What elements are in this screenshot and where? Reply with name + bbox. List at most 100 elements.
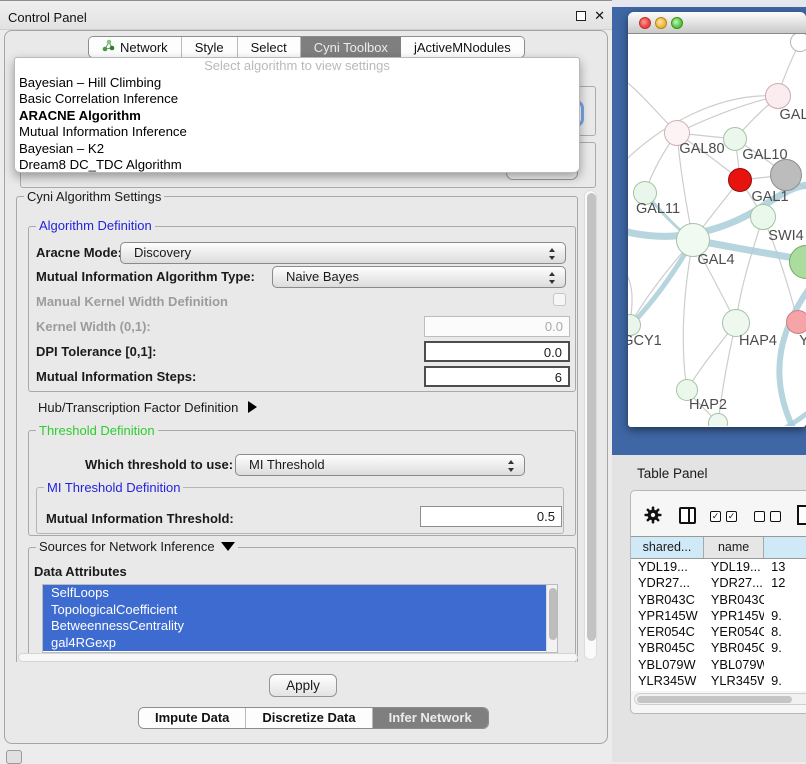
bottom-tab-discretize-data[interactable]: Discretize Data — [246, 708, 372, 728]
node-label: GAL4 — [697, 252, 734, 268]
select-all-checkbox-icon[interactable]: ✓ — [726, 511, 737, 522]
close-icon[interactable]: ✕ — [594, 8, 605, 24]
algorithm-option[interactable]: Dream8 DC_TDC Algorithm — [15, 157, 579, 173]
table-row[interactable]: YLR345WYLR345W9. — [631, 673, 806, 689]
network-node-swi4[interactable] — [750, 204, 776, 230]
table-row[interactable]: YIL052CYIL052C9 — [631, 689, 806, 691]
export-file-icon[interactable] — [797, 505, 806, 528]
tab-style[interactable]: Style — [182, 37, 238, 57]
table-cell: 9. — [764, 608, 806, 624]
table-row[interactable]: YDR27...YDR27...12 — [631, 575, 806, 591]
tab-label: Style — [195, 40, 224, 55]
table-row[interactable]: YER054CYER054C8. — [631, 624, 806, 640]
algorithm-option[interactable]: Basic Correlation Inference — [15, 91, 579, 107]
deselect-checkbox-icon[interactable] — [770, 511, 781, 522]
network-node-y[interactable] — [786, 310, 806, 334]
settings-vertical-scrollbar[interactable] — [584, 190, 597, 660]
bottom-tab-impute-data[interactable]: Impute Data — [139, 708, 246, 728]
aracne-mode-select[interactable]: Discovery — [120, 242, 566, 264]
sources-toggle[interactable]: Sources for Network Inference — [36, 540, 238, 553]
table-cell: 12 — [764, 575, 806, 591]
list-scrollbar-thumb[interactable] — [549, 588, 557, 640]
cyni-settings-viewport: Cyni Algorithm Settings Algorithm Defini… — [14, 188, 584, 662]
network-edge-thick — [779, 274, 806, 426]
node-label: HAP4 — [739, 333, 777, 349]
network-node[interactable] — [708, 413, 728, 426]
network-node-gal1[interactable] — [728, 168, 752, 192]
float-window-icon[interactable] — [576, 11, 586, 21]
hub-definition-toggle[interactable]: Hub/Transcription Factor Definition — [38, 400, 257, 415]
table-row[interactable]: YBR043CYBR043C — [631, 592, 806, 608]
spinner-arrows-icon — [549, 247, 556, 261]
data-attribute-item[interactable]: SelfLoops — [43, 585, 557, 602]
table-column-header[interactable] — [764, 537, 806, 558]
algorithm-dropdown-list: Bayesian – Hill ClimbingBasic Correlatio… — [15, 75, 579, 173]
mi-threshold-field[interactable]: 0.5 — [420, 506, 562, 527]
data-attributes-list[interactable]: SelfLoopsTopologicalCoefficientBetweenne… — [42, 584, 558, 653]
table-cell: YPR145W — [704, 608, 764, 624]
table-row[interactable]: YDL19...YDL19...13 — [631, 559, 806, 575]
table-row[interactable]: YBL079WYBL079W — [631, 657, 806, 673]
table-cell: YBR043C — [704, 592, 764, 608]
column-selector-icon[interactable] — [679, 507, 696, 524]
table-cell: YER054C — [704, 624, 764, 640]
table-row[interactable]: YPR145WYPR145W9. — [631, 608, 806, 624]
minimize-traffic-light-icon[interactable] — [655, 17, 667, 29]
tab-bar: Network Style SelectCyni ToolboxjActiveMNo… — [88, 36, 525, 58]
spinner-arrows-icon — [508, 459, 515, 473]
table-cell: YBL079W — [631, 657, 704, 673]
table-column-header[interactable]: shared... — [631, 537, 704, 558]
network-node[interactable] — [770, 159, 802, 191]
table-cell: YBL079W — [704, 657, 764, 673]
manual-kernel-checkbox[interactable] — [553, 293, 566, 306]
algorithm-dropdown[interactable]: Select algorithm to view settings Bayesi… — [14, 57, 580, 173]
node-label: GAL — [779, 107, 806, 123]
network-canvas[interactable]: GALGAL80GAL10GAL1GAL11SWI4GAL4GCY1HAP4YH… — [628, 34, 806, 426]
mi-steps-label: Mutual Information Steps: — [36, 369, 196, 384]
table-panel-title: Table Panel — [637, 466, 708, 481]
apply-button[interactable]: Apply — [269, 674, 337, 697]
algorithm-definition-title: Algorithm Definition — [36, 219, 155, 232]
table-cell: YER054C — [631, 624, 704, 640]
network-edge — [683, 240, 693, 390]
zoom-traffic-light-icon[interactable] — [671, 17, 683, 29]
deselect-checkbox-icon[interactable] — [754, 511, 765, 522]
list-scrollbar[interactable] — [546, 585, 557, 653]
bottom-tab-infer-network[interactable]: Infer Network — [373, 708, 488, 728]
mi-steps-field[interactable]: 6 — [424, 366, 570, 387]
data-attribute-item[interactable]: TopologicalCoefficient — [43, 602, 557, 619]
table-horizontal-scrollbar[interactable] — [634, 693, 806, 705]
algorithm-option[interactable]: Bayesian – K2 — [15, 141, 579, 157]
settings-scrollbar-thumb[interactable] — [587, 193, 596, 641]
table-cell: YIL052C — [631, 689, 704, 691]
table-column-header[interactable]: name — [704, 537, 764, 558]
table-cell: 9 — [764, 689, 806, 691]
select-all-checkbox-icon[interactable]: ✓ — [710, 511, 721, 522]
node-label: Y — [799, 333, 806, 349]
spinner-arrows-icon — [549, 271, 556, 285]
mi-algorithm-type-select[interactable]: Naive Bayes — [272, 266, 566, 288]
data-attribute-item[interactable]: BetweennessCentrality — [43, 618, 557, 635]
network-window[interactable]: GALGAL80GAL10GAL1GAL11SWI4GAL4GCY1HAP4YH… — [628, 12, 806, 427]
control-panel-title: Control Panel — [8, 10, 87, 25]
gear-icon[interactable] — [644, 506, 662, 527]
tab-select[interactable]: Select — [238, 37, 301, 57]
table-rows: YDL19...YDL19...13YDR27...YDR27...12YBR0… — [631, 559, 806, 691]
network-node-gal[interactable] — [765, 83, 791, 109]
dpi-tolerance-field[interactable]: 0.0 — [424, 341, 570, 362]
table-row[interactable]: YBR045CYBR045C9. — [631, 640, 806, 656]
tab-cyni-toolbox[interactable]: Cyni Toolbox — [301, 37, 401, 57]
tab-jactivemnodules[interactable]: jActiveMNodules — [401, 37, 524, 57]
which-threshold-select[interactable]: MI Threshold — [235, 454, 525, 476]
algorithm-option[interactable]: ARACNE Algorithm — [15, 108, 579, 124]
algorithm-option[interactable]: Bayesian – Hill Climbing — [15, 75, 579, 91]
network-node[interactable] — [790, 34, 806, 52]
network-window-titlebar[interactable] — [628, 12, 806, 34]
table-scrollbar-thumb[interactable] — [637, 696, 792, 703]
data-attribute-item[interactable]: gal4RGexp — [43, 635, 557, 652]
close-traffic-light-icon[interactable] — [639, 17, 651, 29]
settings-horizontal-scrollbar[interactable] — [18, 653, 578, 662]
tab-network[interactable]: Network — [89, 37, 182, 57]
algorithm-option[interactable]: Mutual Information Inference — [15, 124, 579, 140]
kernel-width-field[interactable]: 0.0 — [424, 316, 570, 337]
